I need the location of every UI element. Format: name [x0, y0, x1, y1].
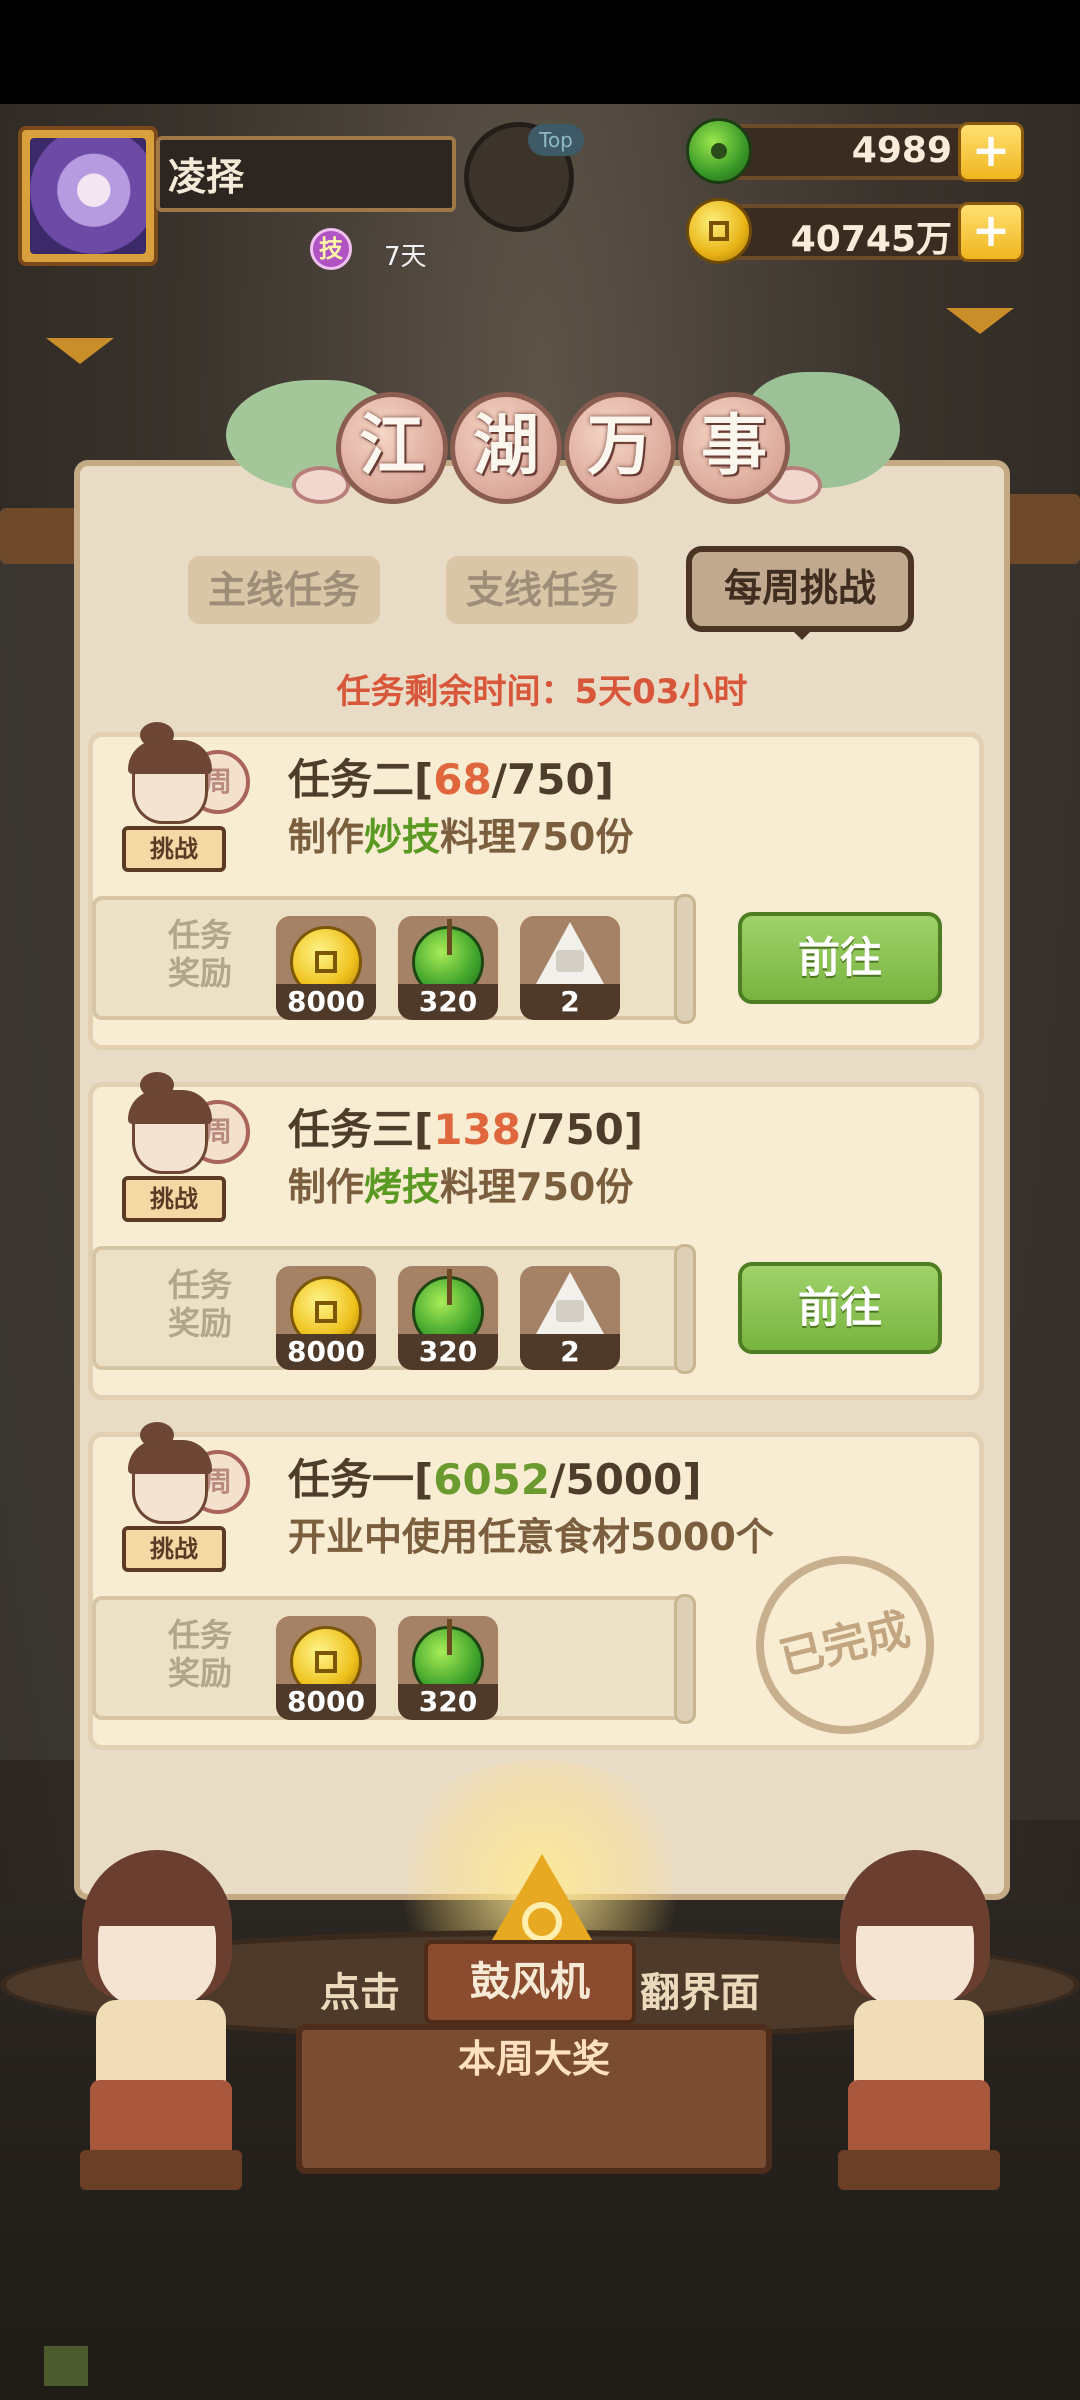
reward-onigiri[interactable]: 2	[520, 916, 620, 1020]
top-badge: Top	[528, 124, 584, 156]
player-name: 凌择	[168, 155, 245, 199]
reward-jade[interactable]: 320	[398, 1266, 498, 1370]
tab-side-quests[interactable]: 支线任务	[446, 556, 638, 624]
task-goal: 750	[507, 755, 595, 804]
task-title: 任务一[6052/5000]	[288, 1455, 702, 1504]
task-goal: 5000	[565, 1455, 683, 1504]
task-title: 任务二[68/750]	[288, 755, 614, 804]
reward-label: 任务 奖励	[167, 1266, 232, 1342]
challenge-character: 周挑战	[102, 1422, 252, 1586]
chevron-down-icon[interactable]	[46, 338, 114, 364]
challenge-character: 周挑战	[102, 722, 252, 886]
time-remaining: 任务剩余时间：5天03小时	[336, 672, 748, 712]
onigiri-icon	[536, 922, 604, 984]
go-button[interactable]: 前往	[738, 1262, 942, 1354]
task-description: 制作烤技料理750份	[288, 1165, 634, 1209]
task-title: 任务三[138/750]	[288, 1105, 644, 1154]
scroll-rod-left	[0, 508, 80, 564]
skill-days: 7天	[384, 242, 427, 272]
jade-icon	[686, 118, 752, 184]
coin-amount: 40745万	[790, 219, 952, 260]
reward-coin[interactable]: 8000	[276, 1616, 376, 1720]
go-button[interactable]: 前往	[738, 912, 942, 1004]
add-jade-button[interactable]: +	[958, 122, 1024, 182]
task-goal: 750	[536, 1105, 624, 1154]
task-progress: 68	[433, 755, 492, 804]
tab-weekly-challenge[interactable]: 每周挑战	[686, 546, 914, 632]
reward-coin[interactable]: 8000	[276, 1266, 376, 1370]
challenge-character: 周挑战	[102, 1072, 252, 1236]
add-coin-button[interactable]: +	[958, 202, 1024, 262]
tab-pointer	[790, 628, 814, 640]
challenge-tag: 挑战	[122, 1176, 226, 1222]
reward-coin[interactable]: 8000	[276, 916, 376, 1020]
panel-title-char: 湖	[450, 392, 562, 504]
npc-girl-left	[76, 1850, 246, 2190]
npc-girl-right	[834, 1850, 1004, 2190]
task-description: 制作炒技料理750份	[288, 815, 634, 859]
reward-label: 任务 奖励	[167, 1616, 232, 1692]
task-progress: 138	[433, 1105, 521, 1154]
onigiri-icon	[536, 1272, 604, 1334]
panel-title-char: 万	[564, 392, 676, 504]
reward-onigiri[interactable]: 2	[520, 1266, 620, 1370]
panel-title-char: 江	[336, 392, 448, 504]
skill-badge-icon[interactable]: 技	[310, 228, 352, 270]
corner-marker	[44, 2346, 88, 2386]
reward-jade[interactable]: 320	[398, 1616, 498, 1720]
reward-jade[interactable]: 320	[398, 916, 498, 1020]
panel-title-char: 事	[678, 392, 790, 504]
prize-item-name[interactable]: 鼓风机	[424, 1940, 636, 2024]
scroll-rod-right	[1000, 494, 1080, 564]
status-bar	[0, 0, 1080, 104]
coin-icon	[686, 198, 752, 264]
weekly-prize-label: 本周大奖	[457, 2037, 610, 2081]
challenge-tag: 挑战	[122, 826, 226, 872]
avatar[interactable]	[18, 126, 158, 266]
avatar-image	[30, 138, 146, 254]
task-description: 开业中使用任意食材5000个	[288, 1515, 774, 1559]
tab-main-quests[interactable]: 主线任务	[188, 556, 380, 624]
reward-label: 任务 奖励	[167, 916, 232, 992]
jade-amount: 4989	[851, 130, 952, 171]
challenge-tag: 挑战	[122, 1526, 226, 1572]
task-progress: 6052	[433, 1455, 551, 1504]
chevron-down-icon[interactable]	[946, 308, 1014, 334]
